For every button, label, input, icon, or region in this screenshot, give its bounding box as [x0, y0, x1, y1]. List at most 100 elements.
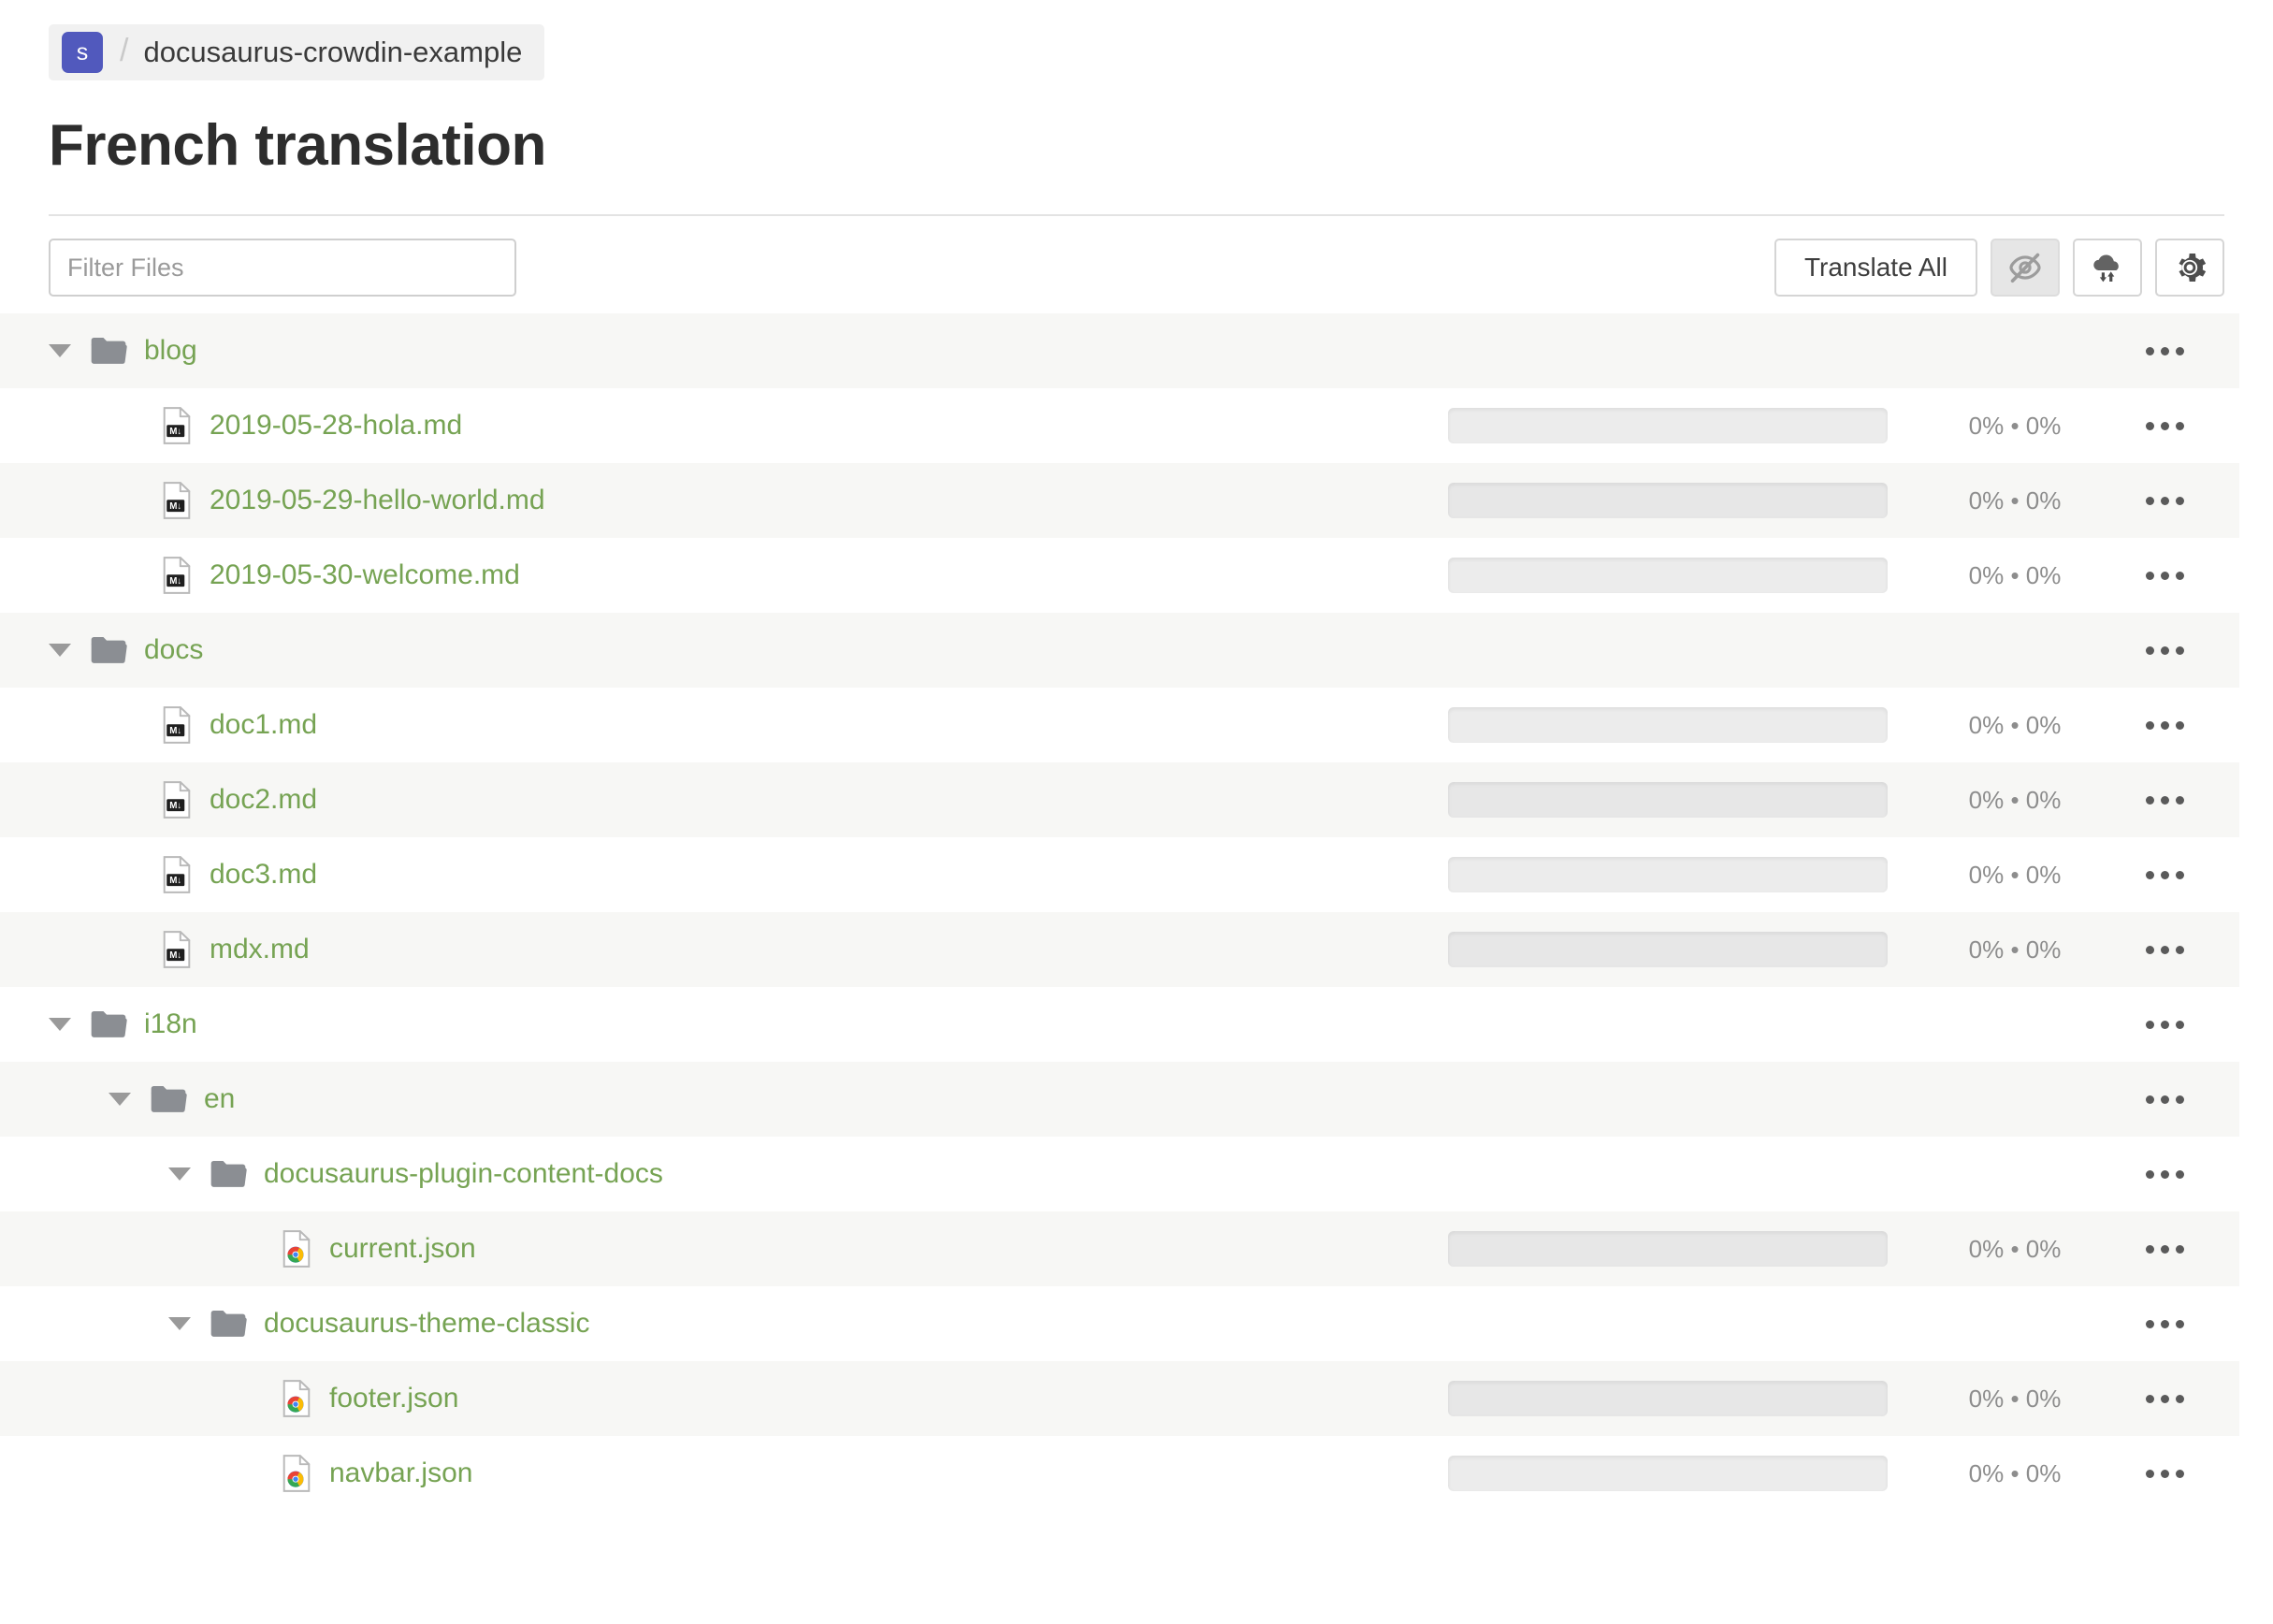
folder-name[interactable]: docusaurus-theme-classic — [264, 1308, 589, 1340]
kebab-menu-icon[interactable] — [2108, 496, 2221, 505]
gear-icon — [2171, 249, 2208, 286]
breadcrumb-separator: / — [120, 32, 129, 68]
translation-progress-bar — [1448, 1381, 1888, 1416]
markdown-file-icon: M↓ — [161, 556, 193, 595]
file-row[interactable]: M↓ doc3.md 0% • 0% — [0, 837, 2239, 912]
file-row[interactable]: footer.json 0% • 0% — [0, 1361, 2239, 1436]
json-file-icon — [281, 1454, 312, 1493]
row-label-group: docusaurus-theme-classic — [0, 1308, 1448, 1340]
translate-all-button[interactable]: Translate All — [1774, 239, 1977, 297]
chevron-down-icon[interactable] — [109, 1093, 131, 1106]
folder-name[interactable]: i18n — [144, 1008, 197, 1040]
folder-row[interactable]: en — [0, 1062, 2239, 1137]
file-name[interactable]: footer.json — [329, 1383, 458, 1414]
translation-progress-bar — [1448, 782, 1888, 818]
kebab-menu-icon[interactable] — [2108, 720, 2221, 730]
row-label-group: M↓ 2019-05-29-hello-world.md — [0, 481, 1448, 520]
kebab-menu-icon[interactable] — [2108, 795, 2221, 805]
folder-icon — [151, 1086, 187, 1112]
markdown-file-icon: M↓ — [163, 856, 191, 893]
chevron-down-icon[interactable] — [168, 1317, 191, 1330]
file-row[interactable]: M↓ mdx.md 0% • 0% — [0, 912, 2239, 987]
file-row[interactable]: M↓ doc2.md 0% • 0% — [0, 762, 2239, 837]
kebab-menu-icon[interactable] — [2108, 1244, 2221, 1254]
row-label-group: M↓ 2019-05-30-welcome.md — [0, 556, 1448, 595]
kebab-menu-icon[interactable] — [2108, 1469, 2221, 1478]
folder-name[interactable]: en — [204, 1083, 235, 1115]
kebab-menu-icon[interactable] — [2108, 1394, 2221, 1403]
row-label-group: docusaurus-plugin-content-docs — [0, 1158, 1448, 1190]
kebab-menu-icon[interactable] — [2108, 571, 2221, 580]
file-name[interactable]: mdx.md — [210, 934, 310, 965]
progress-percent-label: 0% • 0% — [1968, 1458, 2062, 1487]
progress-percent-label: 0% • 0% — [1968, 860, 2062, 889]
folder-row[interactable]: blog — [0, 313, 2239, 388]
kebab-menu-icon[interactable] — [2108, 1020, 2221, 1029]
file-name[interactable]: doc1.md — [210, 709, 317, 741]
progress-percent-label: 0% • 0% — [1968, 560, 2062, 589]
row-status-group: 0% • 0% — [1448, 782, 2239, 818]
markdown-file-icon: M↓ — [161, 780, 193, 819]
kebab-menu-icon[interactable] — [2108, 645, 2221, 655]
breadcrumb-project-name[interactable]: docusaurus-crowdin-example — [143, 36, 522, 69]
file-name[interactable]: doc3.md — [210, 859, 317, 891]
file-name[interactable]: 2019-05-28-hola.md — [210, 410, 462, 442]
markdown-file-icon: M↓ — [161, 855, 193, 894]
settings-button[interactable] — [2155, 239, 2224, 297]
file-name[interactable]: navbar.json — [329, 1457, 472, 1489]
toolbar: Translate All — [49, 239, 2224, 297]
chevron-down-icon[interactable] — [49, 344, 71, 357]
file-name[interactable]: current.json — [329, 1233, 476, 1265]
folder-icon — [150, 1083, 187, 1115]
markdown-file-icon: M↓ — [163, 706, 191, 744]
kebab-menu-icon[interactable] — [2108, 1095, 2221, 1104]
markdown-file-icon: M↓ — [163, 781, 191, 819]
folder-icon — [91, 637, 127, 663]
folder-row[interactable]: docusaurus-plugin-content-docs — [0, 1137, 2239, 1211]
svg-text:M↓: M↓ — [169, 950, 181, 961]
progress-percent-label: 0% • 0% — [1968, 411, 2062, 440]
avatar[interactable]: s — [62, 32, 103, 73]
translation-progress-bar — [1448, 857, 1888, 892]
chevron-down-icon[interactable] — [49, 644, 71, 657]
translation-progress-bar — [1448, 932, 1888, 967]
chevron-down-icon[interactable] — [49, 1018, 71, 1031]
filter-files-input[interactable] — [49, 239, 516, 297]
kebab-menu-icon[interactable] — [2108, 1319, 2221, 1328]
translation-progress-bar — [1448, 483, 1888, 518]
svg-text:M↓: M↓ — [169, 576, 181, 587]
row-label-group: M↓ doc3.md — [0, 855, 1448, 894]
file-name[interactable]: 2019-05-29-hello-world.md — [210, 485, 545, 516]
folder-name[interactable]: blog — [144, 335, 197, 367]
hide-translated-toggle[interactable] — [1991, 239, 2060, 297]
file-row[interactable]: M↓ 2019-05-28-hola.md 0% • 0% — [0, 388, 2239, 463]
row-label-group: footer.json — [0, 1379, 1448, 1418]
file-row[interactable]: navbar.json 0% • 0% — [0, 1436, 2239, 1511]
folder-row[interactable]: i18n — [0, 987, 2239, 1062]
folder-name[interactable]: docusaurus-plugin-content-docs — [264, 1158, 663, 1190]
json-file-icon — [281, 1229, 312, 1269]
json-file-icon — [282, 1380, 311, 1417]
folder-row[interactable]: docs — [0, 613, 2239, 688]
folder-name[interactable]: docs — [144, 634, 203, 666]
file-name[interactable]: 2019-05-30-welcome.md — [210, 559, 520, 591]
file-name[interactable]: doc2.md — [210, 784, 317, 816]
file-row[interactable]: current.json 0% • 0% — [0, 1211, 2239, 1286]
file-row[interactable]: M↓ doc1.md 0% • 0% — [0, 688, 2239, 762]
chevron-down-icon[interactable] — [168, 1167, 191, 1181]
translation-progress-bar — [1448, 558, 1888, 593]
file-row[interactable]: M↓ 2019-05-30-welcome.md 0% • 0% — [0, 538, 2239, 613]
kebab-menu-icon[interactable] — [2108, 346, 2221, 355]
folder-row[interactable]: docusaurus-theme-classic — [0, 1286, 2239, 1361]
file-row[interactable]: M↓ 2019-05-29-hello-world.md 0% • 0% — [0, 463, 2239, 538]
breadcrumb: s / docusaurus-crowdin-example — [49, 24, 545, 80]
row-label-group: M↓ doc1.md — [0, 705, 1448, 745]
kebab-menu-icon[interactable] — [2108, 870, 2221, 879]
sync-button[interactable] — [2073, 239, 2142, 297]
svg-text:M↓: M↓ — [169, 801, 181, 811]
svg-text:M↓: M↓ — [169, 427, 181, 437]
kebab-menu-icon[interactable] — [2108, 421, 2221, 430]
kebab-menu-icon[interactable] — [2108, 1169, 2221, 1179]
kebab-menu-icon[interactable] — [2108, 945, 2221, 954]
row-status-group — [1448, 1319, 2239, 1328]
